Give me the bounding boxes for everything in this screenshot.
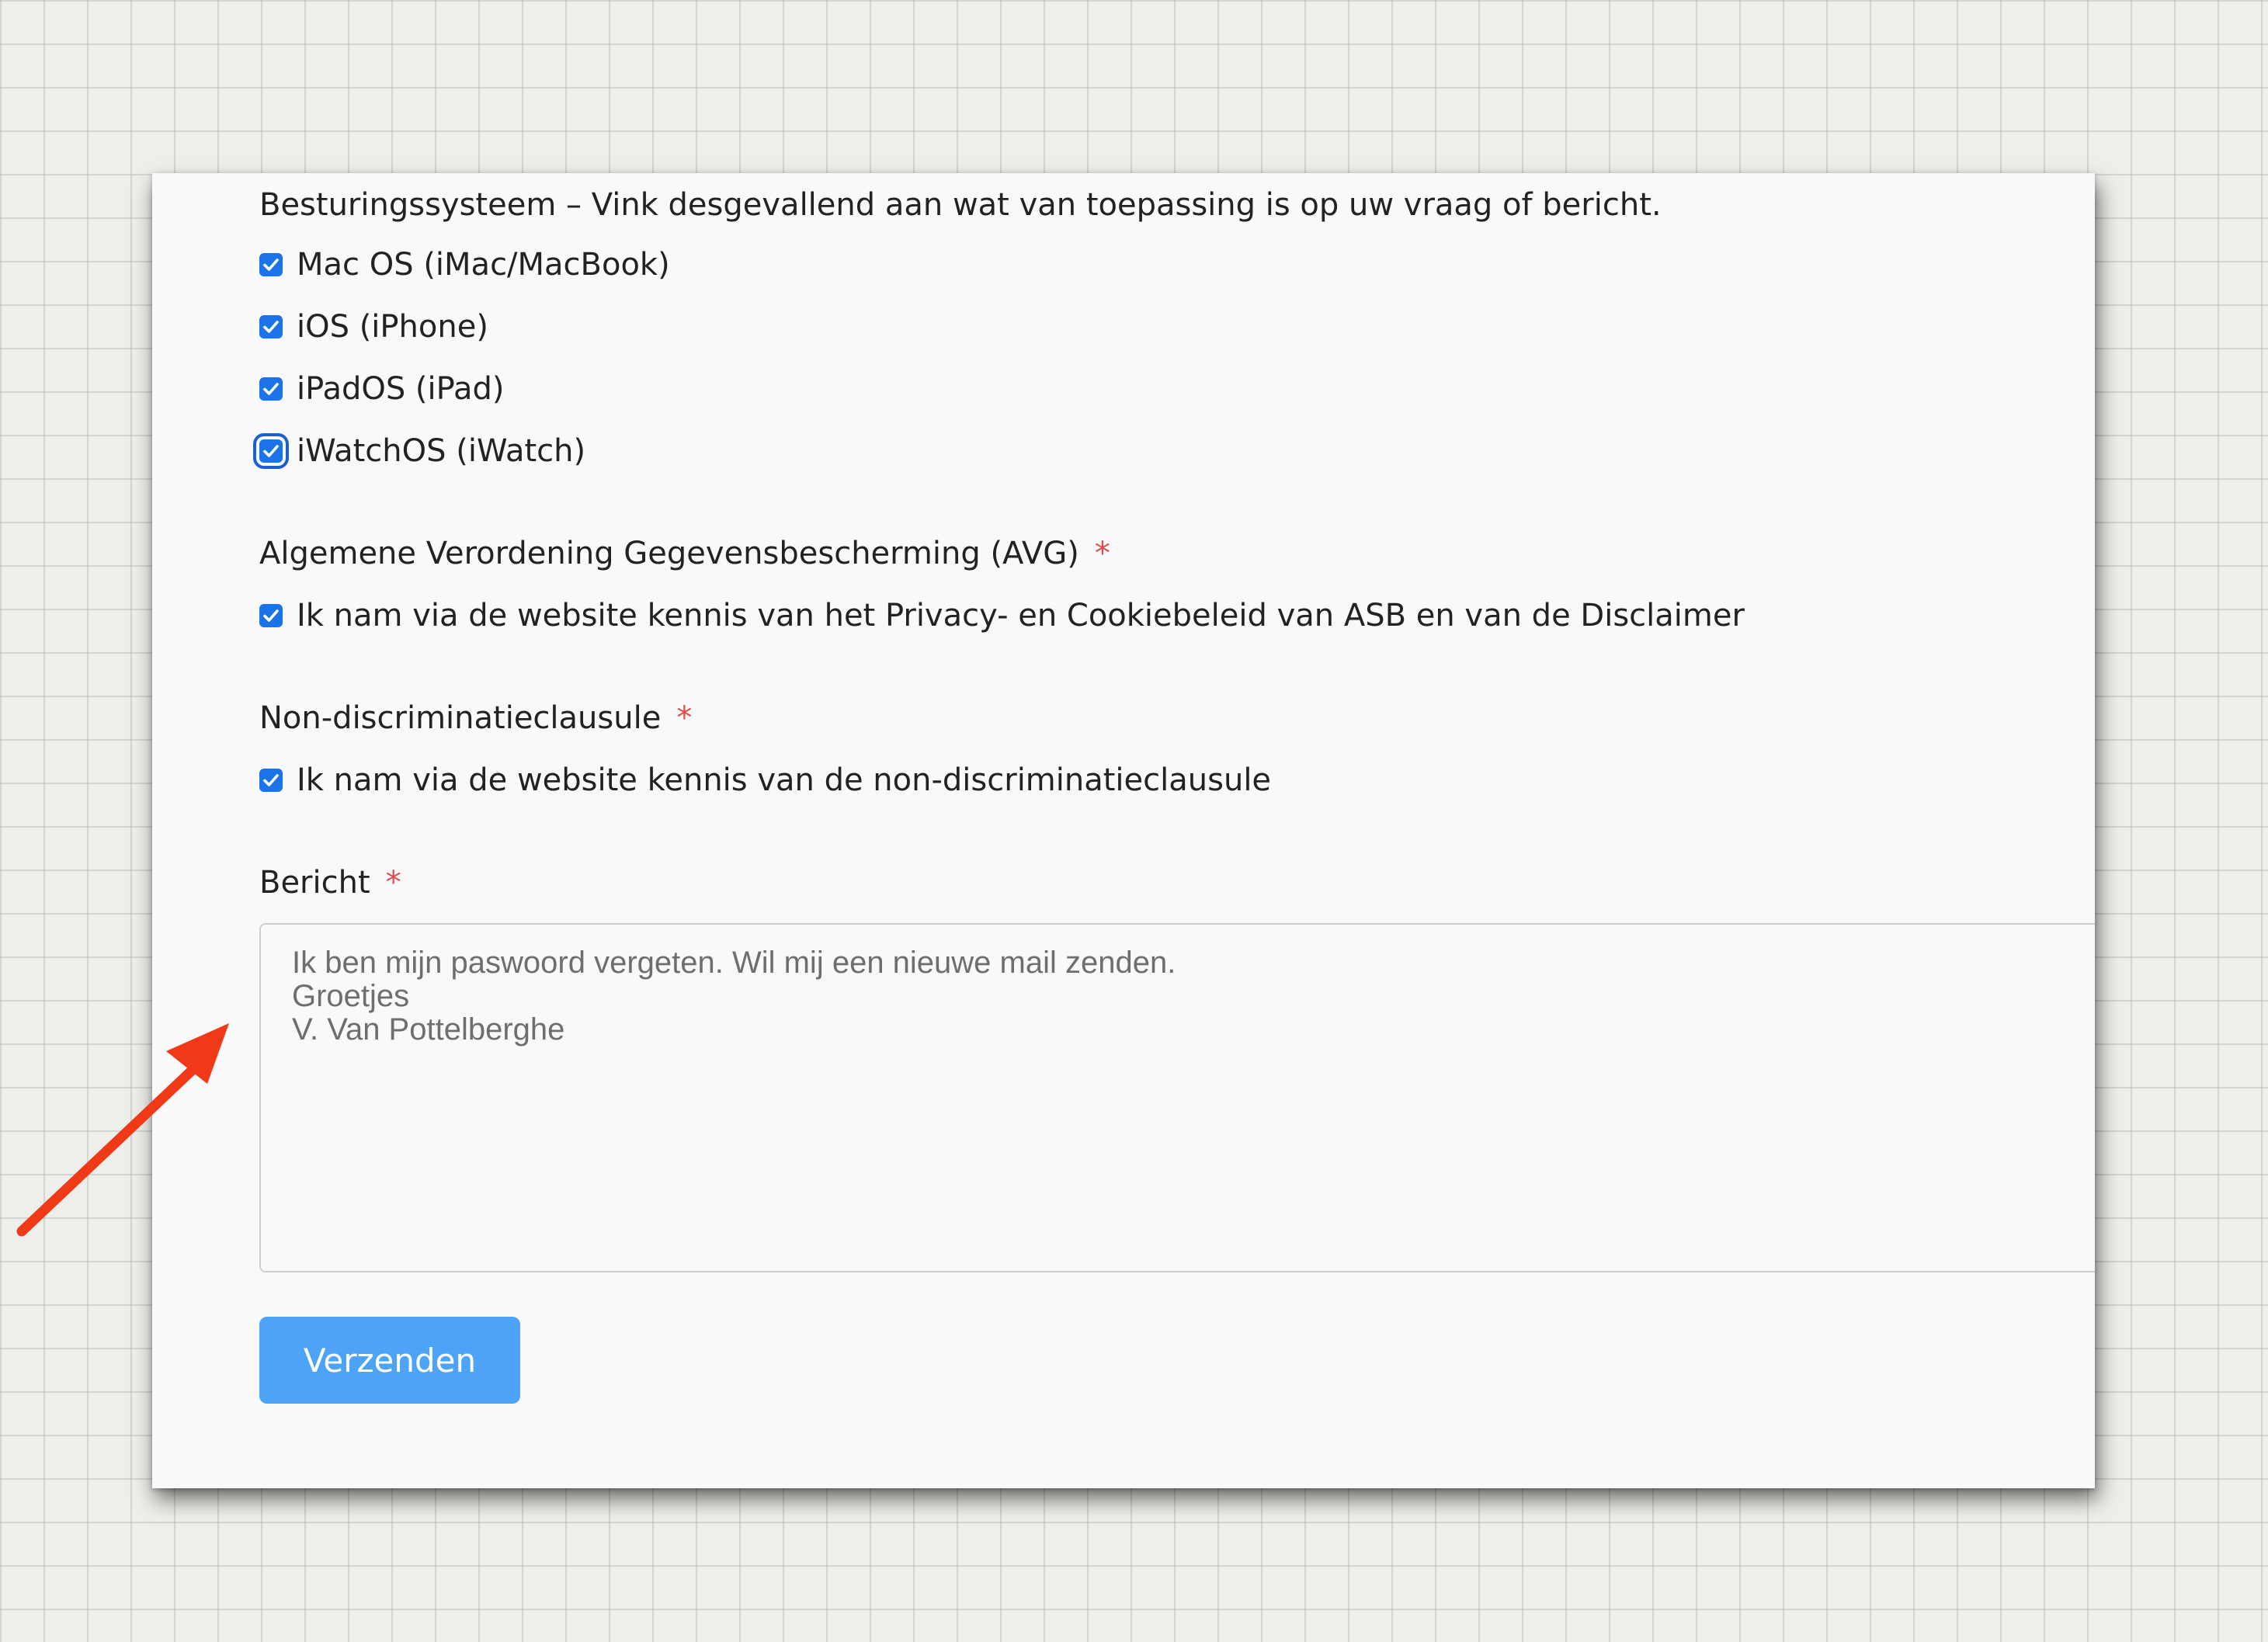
- annotation-arrow-icon: [16, 1023, 229, 1237]
